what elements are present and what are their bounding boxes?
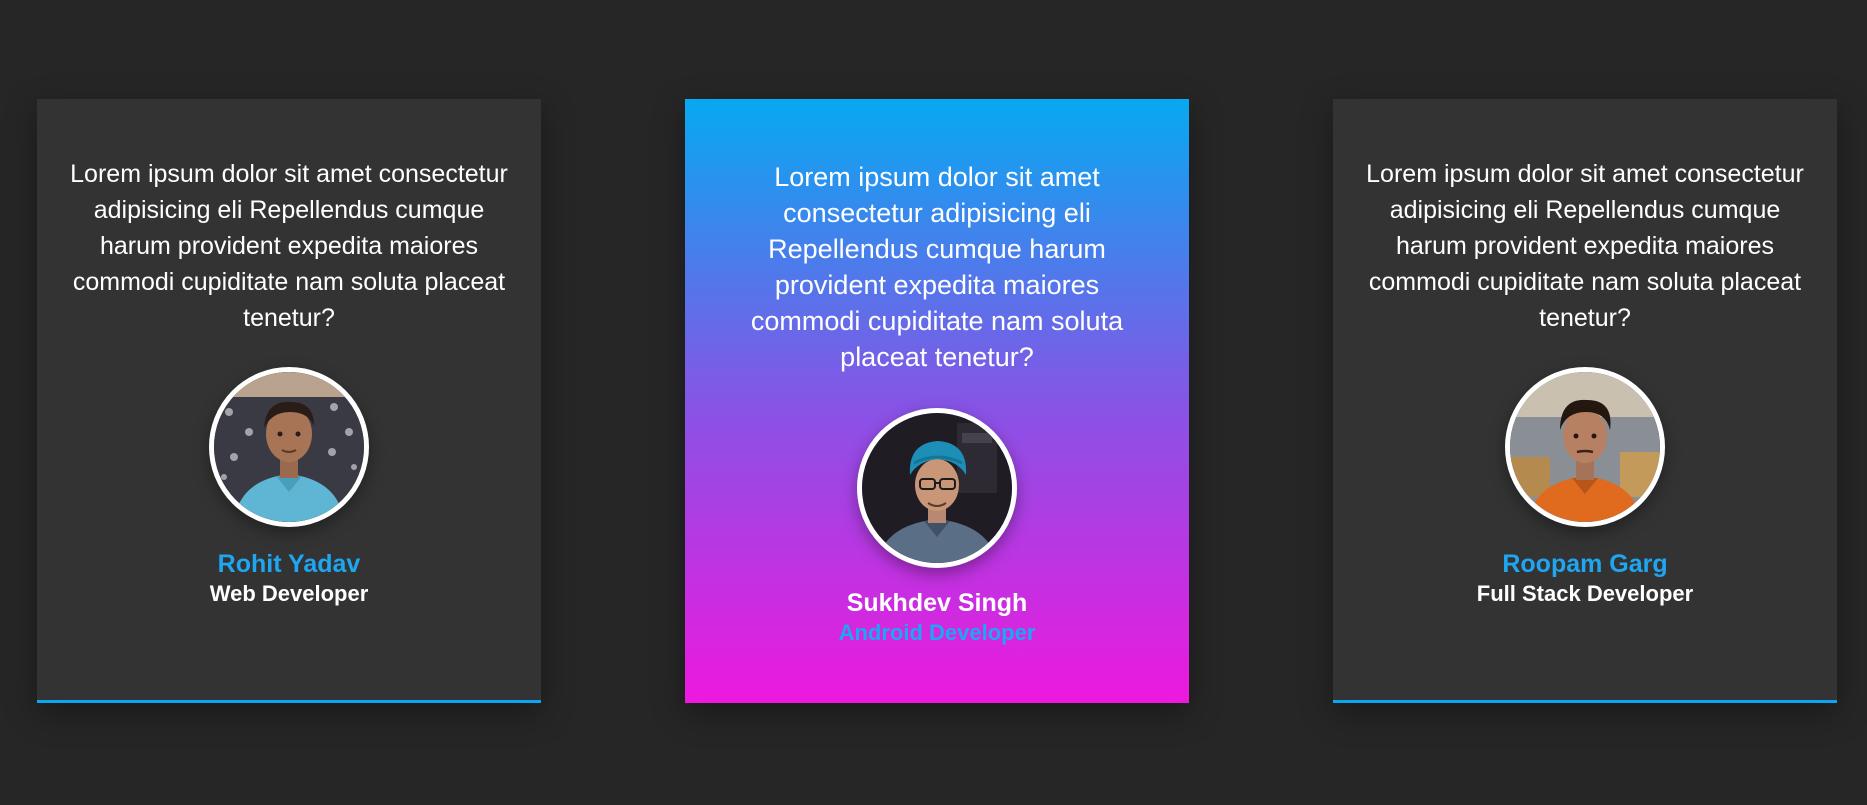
avatar [1505,367,1665,527]
testimonial-quote: Lorem ipsum dolor sit amet consectetur a… [1366,160,1804,332]
person-photo-icon [862,413,1012,563]
testimonial-name: Sukhdev Singh [846,589,1028,617]
avatar [857,408,1017,568]
testimonials-section: Lorem ipsum dolor sit amet consectetur a… [0,0,1867,805]
person-photo-icon [1510,372,1660,522]
testimonial-quote: Lorem ipsum dolor sit amet consectetur a… [750,162,1124,372]
testimonial-card-roopam[interactable]: Lorem ipsum dolor sit amet consectetur a… [1333,99,1837,703]
testimonial-quote: Lorem ipsum dolor sit amet consectetur a… [70,160,508,332]
testimonial-card-rohit[interactable]: Lorem ipsum dolor sit amet consectetur a… [37,99,541,703]
testimonial-name: Rohit Yadav [217,550,361,578]
testimonial-card-sukhdev[interactable]: Lorem ipsum dolor sit amet consectetur a… [685,99,1189,703]
avatar [209,367,369,527]
testimonial-role: Web Developer [209,581,369,606]
person-photo-icon [214,372,364,522]
testimonial-name: Roopam Garg [1502,550,1668,578]
testimonial-role: Android Developer [838,620,1036,645]
testimonial-role: Full Stack Developer [1476,581,1694,606]
